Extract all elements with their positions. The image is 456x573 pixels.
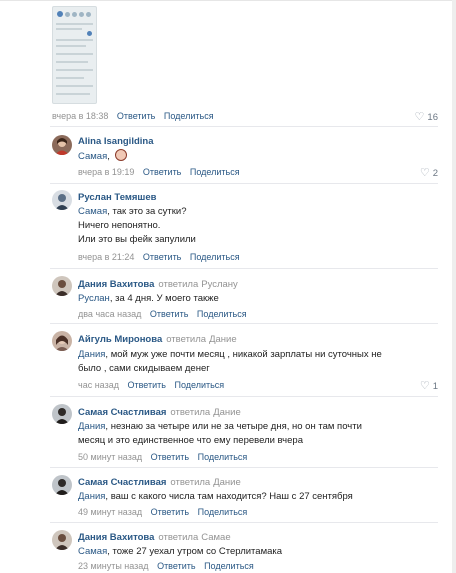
comment-meta: вчера в 21:24 Ответить Поделиться [78, 252, 240, 262]
author-name-link[interactable]: Дания Вахитова [78, 279, 154, 290]
comment-author: Самая Счастливая ответила Дание [78, 407, 241, 418]
reply-button[interactable]: Ответить [117, 111, 155, 121]
like-button[interactable]: ♡ 2 [420, 166, 438, 179]
share-button[interactable]: Поделиться [190, 167, 240, 177]
emoji-icon [114, 149, 127, 161]
avatar[interactable] [52, 331, 72, 351]
author-name-link[interactable]: Дания Вахитова [78, 532, 154, 543]
divider [50, 268, 438, 269]
replied-to-link[interactable]: Дание [213, 477, 241, 488]
mention-link[interactable]: Дания [78, 421, 105, 432]
reply-button[interactable]: Ответить [143, 167, 181, 177]
replied-to-link[interactable]: Руслану [201, 279, 238, 290]
like-count: 1 [432, 381, 438, 392]
avatar[interactable] [52, 475, 72, 495]
share-button[interactable]: Поделиться [198, 452, 248, 462]
avatar[interactable] [52, 276, 72, 296]
share-button[interactable]: Поделиться [164, 111, 214, 121]
comment-author: Дания Вахитова ответила Руслану [78, 279, 238, 290]
comment-text: Дания, незнаю за четыре или не за четыре… [78, 421, 362, 446]
avatar[interactable] [52, 530, 72, 550]
mention-link[interactable]: Дания [78, 491, 105, 502]
mention-link[interactable]: Дания [78, 349, 105, 360]
comment-meta: 50 минут назад Ответить Поделиться [78, 452, 247, 462]
divider [50, 323, 438, 324]
share-button[interactable]: Поделиться [190, 252, 240, 262]
scrollbar-track[interactable] [452, 0, 456, 573]
comment-author: Дания Вахитова ответила Самае [78, 532, 231, 543]
post-time: вчера в 18:38 [52, 111, 109, 121]
comment-meta: 23 минуты назад Ответить Поделиться [78, 561, 254, 571]
comment-time: вчера в 19:19 [78, 167, 135, 177]
comment-time: 50 минут назад [78, 452, 143, 462]
reply-button[interactable]: Ответить [127, 380, 165, 390]
like-count: 2 [432, 168, 438, 179]
heart-icon: ♡ [414, 111, 425, 123]
avatar[interactable] [52, 404, 72, 424]
comment-text: Руслан, за 4 дня. У моего также [78, 293, 219, 304]
like-count: 16 [427, 112, 438, 123]
comment-author: Alina Isangildina [78, 136, 154, 147]
replied-to-link[interactable]: Самае [201, 532, 230, 543]
replied-to-link[interactable]: Дание [209, 334, 237, 345]
comment-author: Самая Счастливая ответила Дание [78, 477, 241, 488]
reply-button[interactable]: Ответить [150, 309, 188, 319]
divider [50, 467, 438, 468]
comment-meta: два часа назад Ответить Поделиться [78, 309, 247, 319]
comment-author: Айгуль Миронова ответила Дание [78, 334, 237, 345]
comment-time: час назад [78, 380, 119, 390]
comment-time: 23 минуты назад [78, 561, 149, 571]
top-border [0, 0, 456, 1]
comment-text: Дания, мой муж уже почти месяц , никакой… [78, 349, 382, 374]
share-button[interactable]: Поделиться [197, 309, 247, 319]
comment-text: Самая, так это за сутки? Ничего непонятн… [78, 206, 196, 245]
heart-icon: ♡ [419, 380, 430, 392]
divider [50, 396, 438, 397]
comment-text: Дания, ваш с какого числа там находится?… [78, 491, 353, 502]
reply-button[interactable]: Ответить [151, 507, 189, 517]
replied-to-link[interactable]: Дание [213, 407, 241, 418]
author-name-link[interactable]: Руслан Темяшев [78, 192, 156, 203]
mention-link[interactable]: Самая [78, 151, 107, 162]
mention-link[interactable]: Самая [78, 206, 107, 217]
author-name-link[interactable]: Самая Счастливая [78, 477, 166, 488]
author-name-link[interactable]: Alina Isangildina [78, 136, 154, 147]
reply-button[interactable]: Ответить [143, 252, 181, 262]
reply-button[interactable]: Ответить [157, 561, 195, 571]
comment-time: 49 минут назад [78, 507, 143, 517]
reply-button[interactable]: Ответить [151, 452, 189, 462]
attached-screenshot-thumbnail[interactable] [52, 6, 97, 104]
comment-time: вчера в 21:24 [78, 252, 135, 262]
avatar[interactable] [52, 190, 72, 210]
share-button[interactable]: Поделиться [174, 380, 224, 390]
like-button[interactable]: ♡ 16 [415, 110, 438, 123]
comment-meta: вчера в 19:19 Ответить Поделиться [78, 167, 240, 177]
comment-time: два часа назад [78, 309, 142, 319]
top-post-meta: вчера в 18:38 Ответить Поделиться [52, 111, 214, 121]
author-name-link[interactable]: Самая Счастливая [78, 407, 166, 418]
author-name-link[interactable]: Айгуль Миронова [78, 334, 162, 345]
like-button[interactable]: ♡ 1 [420, 379, 438, 392]
comment-author: Руслан Темяшев [78, 192, 156, 203]
mention-link[interactable]: Руслан [78, 293, 110, 304]
share-button[interactable]: Поделиться [198, 507, 248, 517]
comment-text: Самая, тоже 27 уехал утром со Стерлитама… [78, 546, 283, 557]
heart-icon: ♡ [419, 167, 430, 179]
avatar[interactable] [52, 135, 72, 155]
divider [50, 126, 438, 127]
divider [50, 183, 438, 184]
comment-text: Самая, [78, 149, 127, 164]
divider [50, 522, 438, 523]
mention-link[interactable]: Самая [78, 546, 107, 557]
comment-meta: час назад Ответить Поделиться [78, 380, 224, 390]
comment-meta: 49 минут назад Ответить Поделиться [78, 507, 247, 517]
share-button[interactable]: Поделиться [204, 561, 254, 571]
